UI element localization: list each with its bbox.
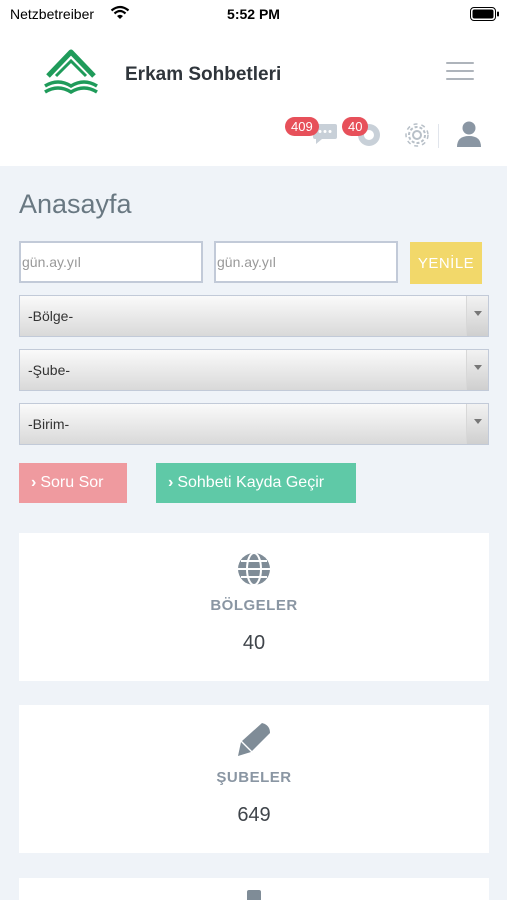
chevron-down-icon — [466, 404, 488, 444]
battery-icon — [470, 7, 499, 21]
logo-icon — [44, 49, 98, 95]
chevron-down-icon — [466, 350, 488, 390]
globe-icon — [238, 552, 270, 586]
hamburger-menu-icon[interactable] — [446, 62, 474, 82]
gear-icon[interactable] — [404, 122, 430, 148]
unit-select-value: -Birim- — [28, 416, 70, 432]
app-title: Erkam Sohbetleri — [125, 64, 282, 85]
unit-select[interactable]: -Birim- — [19, 403, 489, 445]
region-select-value: -Bölge- — [28, 308, 74, 324]
status-time: 5:52 PM — [227, 6, 280, 22]
chevron-right-icon: › — [168, 474, 174, 491]
toolbar-divider — [438, 124, 439, 148]
page-title: Anasayfa — [19, 189, 132, 219]
regions-count: 40 — [242, 632, 266, 654]
branches-label: ŞUBELER — [216, 769, 292, 786]
record-talk-button[interactable]: › Sohbeti Kayda Geçir — [156, 463, 356, 503]
branch-select[interactable]: -Şube- — [19, 349, 489, 391]
card-icon-partial — [247, 890, 261, 900]
ask-question-label: Soru Sor — [40, 474, 104, 491]
status-bar: Netzbetreiber 5:52 PM — [0, 0, 507, 30]
branches-count: 649 — [237, 804, 271, 826]
branch-select-value: -Şube- — [28, 362, 71, 378]
start-date-input[interactable] — [19, 241, 203, 283]
regions-card[interactable]: BÖLGELER 40 — [19, 533, 489, 681]
chevron-down-icon — [466, 296, 488, 336]
units-card[interactable] — [19, 878, 489, 900]
region-select[interactable]: -Bölge- — [19, 295, 489, 337]
regions-label: BÖLGELER — [210, 597, 298, 614]
end-date-input[interactable] — [214, 241, 398, 283]
pen-icon — [238, 723, 270, 756]
tasks-count-badge: 40 — [342, 117, 369, 136]
chevron-right-icon: › — [31, 474, 37, 491]
ask-question-button[interactable]: › Soru Sor — [19, 463, 127, 503]
record-talk-label: Sohbeti Kayda Geçir — [177, 474, 325, 491]
messages-count-badge: 409 — [285, 117, 319, 136]
user-icon[interactable] — [456, 120, 482, 148]
refresh-button[interactable]: YENİLE — [410, 242, 482, 284]
app-header: Erkam Sohbetleri 409 40 — [0, 30, 507, 166]
branches-card[interactable]: ŞUBELER 649 — [19, 705, 489, 853]
